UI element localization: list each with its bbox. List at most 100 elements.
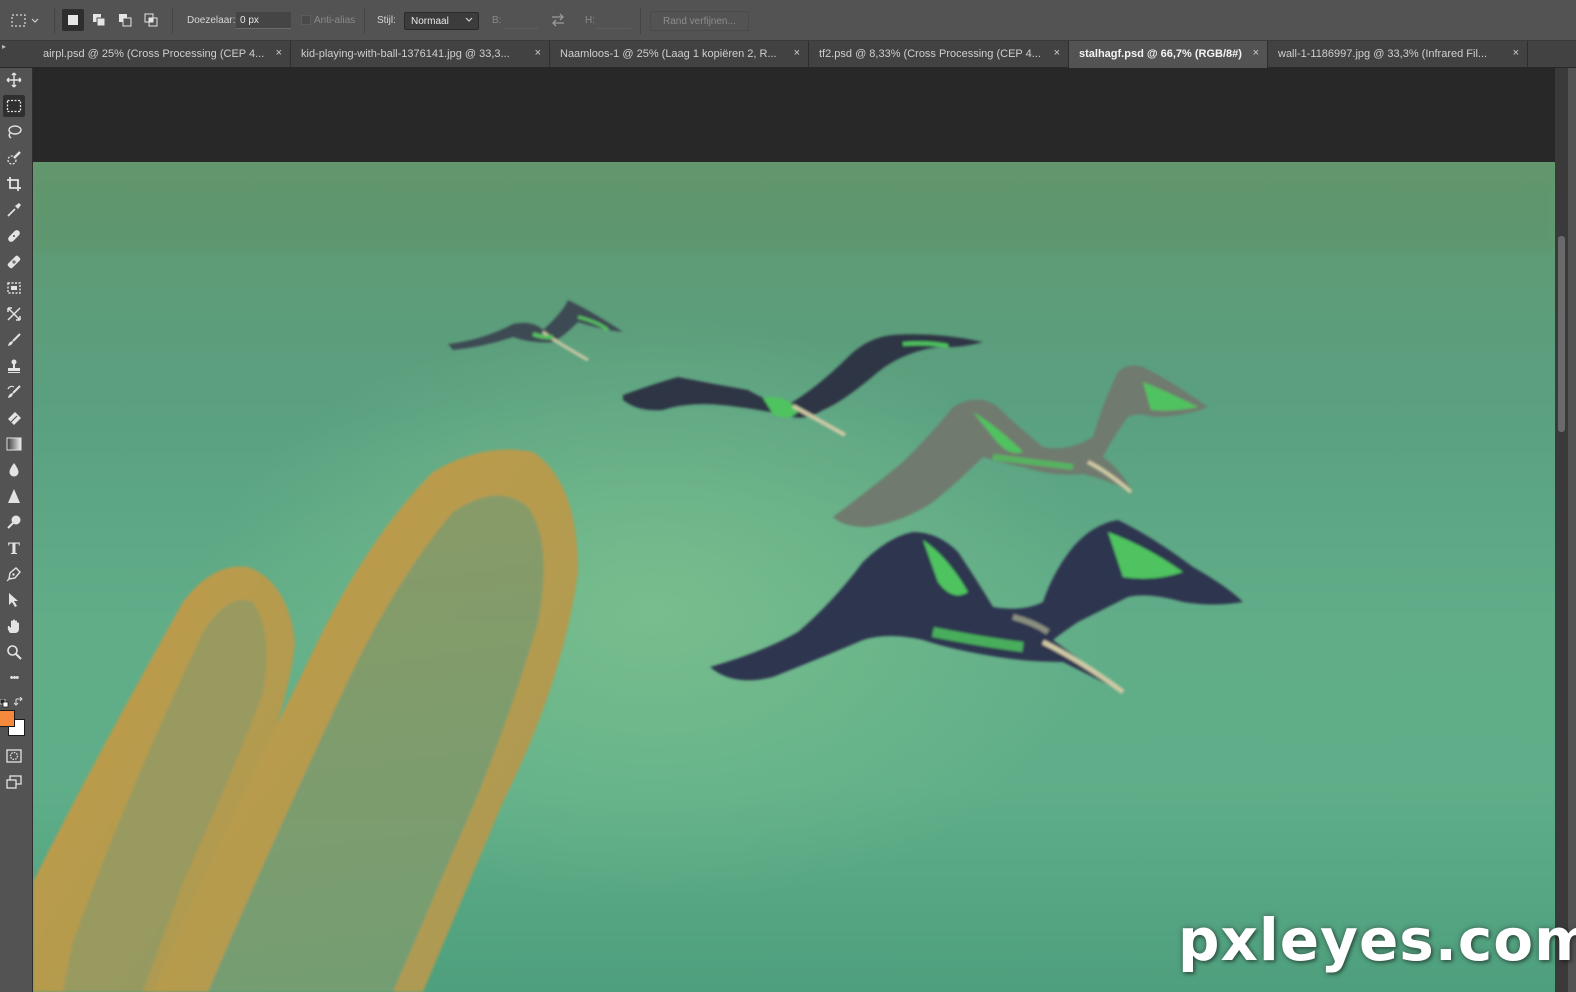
patch-tool[interactable]	[3, 277, 25, 299]
tab-tf2[interactable]: tf2.psd @ 8,33% (Cross Processing (CEP 4…	[809, 41, 1069, 68]
width-label: B:	[492, 15, 502, 26]
tools-panel: T •••	[0, 68, 33, 992]
close-icon[interactable]: ×	[276, 47, 282, 59]
tab-airpl[interactable]: airpl.psd @ 25% (Cross Processing (CEP 4…	[33, 41, 291, 68]
tab-stalhagf[interactable]: stalhagf.psd @ 66,7% (RGB/8#) ×	[1069, 41, 1268, 68]
intersect-selection-button[interactable]	[140, 9, 162, 31]
collapse-toolbar-icon[interactable]: ▸	[2, 42, 6, 51]
refine-edge-button[interactable]: Rand verfijnen...	[650, 11, 749, 31]
tab-label: stalhagf.psd @ 66,7% (RGB/8#)	[1079, 48, 1242, 60]
quick-selection-tool[interactable]	[3, 147, 25, 169]
subtract-selection-icon	[119, 14, 132, 27]
artwork-image[interactable]	[33, 162, 1555, 992]
bandage-icon	[8, 230, 20, 242]
width-input[interactable]	[504, 12, 538, 29]
move-tool[interactable]	[3, 69, 25, 91]
content-aware-move-tool[interactable]	[3, 303, 25, 325]
painting-seagulls	[33, 162, 1555, 992]
patch-icon	[7, 282, 21, 294]
close-icon[interactable]: ×	[1513, 47, 1519, 59]
scrollbar-thumb[interactable]	[1558, 236, 1565, 432]
style-label: Stijl:	[377, 15, 396, 26]
quick-selection-icon	[7, 151, 21, 165]
feather-input[interactable]: 0 px	[236, 12, 291, 29]
marquee-preset-icon	[11, 14, 26, 27]
height-label: H:	[585, 15, 595, 26]
subtract-from-selection-button[interactable]	[114, 9, 136, 31]
close-icon[interactable]: ×	[1054, 47, 1060, 59]
beak-shapes	[33, 449, 578, 992]
close-icon[interactable]: ×	[794, 47, 800, 59]
document-canvas-area[interactable]	[33, 68, 1555, 992]
hand-icon	[7, 619, 19, 633]
marquee-icon	[6, 99, 22, 113]
eraser-icon	[8, 412, 21, 425]
close-icon[interactable]: ×	[1253, 47, 1259, 59]
tab-wall-1[interactable]: wall-1-1186997.jpg @ 33,3% (Infrared Fil…	[1268, 41, 1528, 68]
swap-dimensions-button[interactable]	[550, 13, 566, 30]
cross-arrows-icon	[7, 307, 21, 321]
tab-label: Naamloos-1 @ 25% (Laag 1 kopiëren 2, R..…	[560, 48, 777, 60]
chevron-down-icon	[31, 18, 39, 23]
bird-grey	[833, 365, 1208, 527]
history-brush-tool[interactable]	[3, 381, 25, 403]
lasso-icon	[8, 125, 22, 139]
quick-mask-icon	[6, 749, 22, 763]
path-selection-tool[interactable]	[3, 589, 25, 611]
intersect-selection-icon	[144, 13, 158, 27]
height-input[interactable]	[597, 12, 631, 29]
water-drop-icon	[9, 463, 19, 477]
zoom-tool[interactable]	[3, 641, 25, 663]
document-tab-bar: ▸ airpl.psd @ 25% (Cross Processing (CEP…	[0, 41, 1576, 68]
healing-brush-tool[interactable]	[3, 251, 25, 273]
add-to-selection-button[interactable]	[88, 9, 110, 31]
magnifier-icon	[7, 645, 22, 660]
style-select[interactable]: Normaal	[404, 12, 479, 30]
divider	[172, 8, 173, 34]
tab-kid-playing-with-ball[interactable]: kid-playing-with-ball-1376141.jpg @ 33,3…	[291, 41, 550, 68]
stamp-icon	[8, 359, 20, 373]
arrow-pointer-icon	[9, 593, 18, 607]
bird-mid	[623, 334, 983, 437]
rectangular-marquee-tool[interactable]	[3, 95, 25, 117]
crop-icon	[7, 177, 21, 191]
dodge-tool[interactable]	[3, 511, 25, 533]
brush-icon	[8, 333, 21, 346]
eyedropper-icon	[7, 203, 21, 217]
tab-label: airpl.psd @ 25% (Cross Processing (CEP 4…	[43, 48, 265, 60]
tab-naamloos-1[interactable]: Naamloos-1 @ 25% (Laag 1 kopiëren 2, R..…	[550, 41, 809, 68]
clone-stamp-tool[interactable]	[3, 355, 25, 377]
dodge-icon	[7, 515, 21, 529]
gradient-tool[interactable]	[3, 433, 25, 455]
swap-colors-icon[interactable]	[13, 694, 24, 712]
screen-mode-button[interactable]	[3, 771, 25, 793]
vertical-scrollbar[interactable]	[1555, 68, 1568, 992]
blur-tool[interactable]	[3, 459, 25, 481]
pen-tool[interactable]	[3, 563, 25, 585]
foreground-color-swatch[interactable]	[0, 710, 15, 727]
more-tools-button[interactable]: •••	[3, 667, 25, 689]
lasso-tool[interactable]	[3, 121, 25, 143]
type-tool[interactable]: T	[3, 537, 25, 559]
eyedropper-tool[interactable]	[3, 199, 25, 221]
style-select-value: Normaal	[411, 16, 449, 27]
crop-tool[interactable]	[3, 173, 25, 195]
spot-healing-tool[interactable]	[3, 225, 25, 247]
brush-tool[interactable]	[3, 329, 25, 351]
eraser-tool[interactable]	[3, 407, 25, 429]
sharpen-tool[interactable]	[3, 485, 25, 507]
antialias-checkbox[interactable]	[301, 15, 311, 25]
close-icon[interactable]: ×	[535, 47, 541, 59]
new-selection-button[interactable]	[62, 9, 84, 31]
hand-tool[interactable]	[3, 615, 25, 637]
divider	[640, 8, 641, 34]
quick-mask-button[interactable]	[3, 745, 25, 767]
panel-edge	[1568, 68, 1576, 992]
divider	[54, 8, 55, 34]
tab-label: tf2.psd @ 8,33% (Cross Processing (CEP 4…	[819, 48, 1041, 60]
new-selection-icon	[68, 15, 78, 25]
type-icon: T	[8, 538, 20, 558]
tool-preset-picker[interactable]	[10, 10, 46, 32]
swap-arrows-icon	[552, 13, 564, 27]
divider	[364, 8, 365, 34]
